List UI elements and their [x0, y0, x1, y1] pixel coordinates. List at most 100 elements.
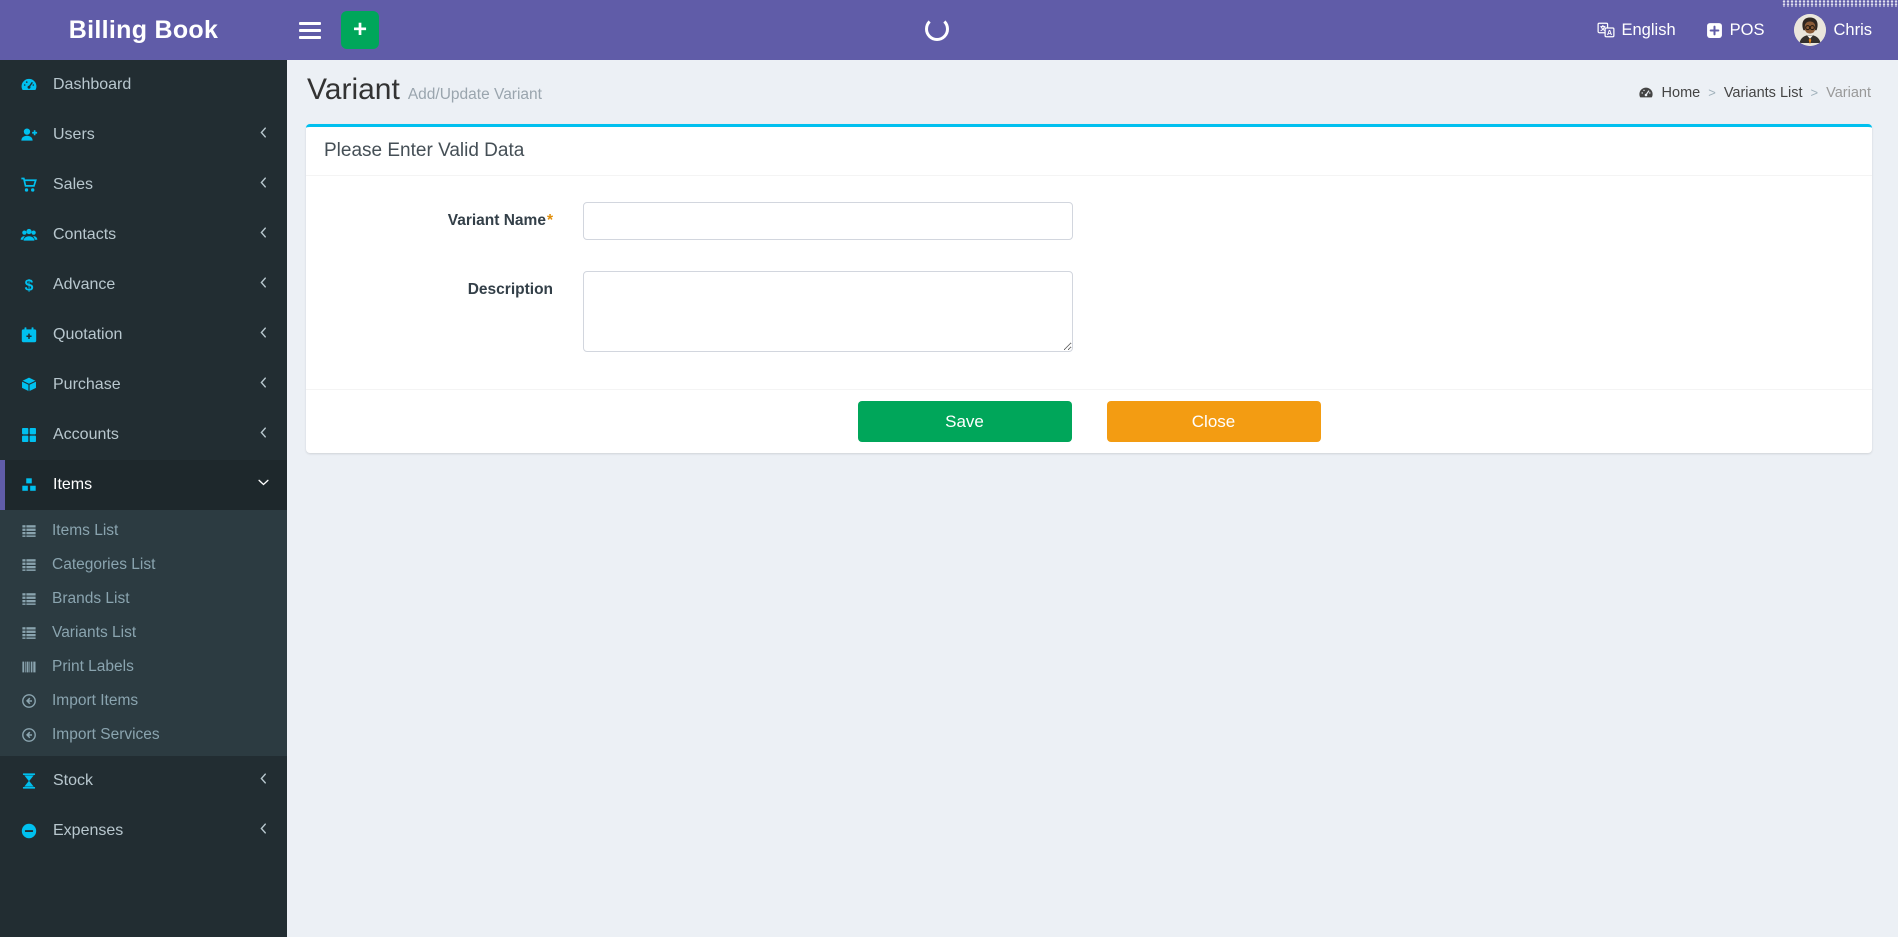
- sidebar-item-brands-list[interactable]: Brands List: [0, 582, 287, 616]
- card-footer: Save Close: [306, 389, 1872, 453]
- hourglass-icon: [20, 772, 42, 790]
- sidebar-item-expenses[interactable]: Expenses: [0, 806, 287, 856]
- sidebar-item-label: Quotation: [53, 326, 123, 343]
- breadcrumb-home[interactable]: Home: [1662, 85, 1701, 101]
- variant-name-row: Variant Name*: [322, 202, 1856, 240]
- description-textarea[interactable]: [583, 271, 1073, 352]
- grid-icon: [20, 426, 42, 444]
- sidebar-item-label: Print Labels: [52, 658, 134, 675]
- chevron-left-icon: [257, 176, 270, 194]
- language-icon: A: [1597, 21, 1615, 39]
- sidebar-item-contacts[interactable]: Contacts: [0, 210, 287, 260]
- sidebar: Dashboard Users Sales Contacts $ Advance Quota…: [0, 60, 287, 937]
- chevron-down-icon: [257, 476, 270, 494]
- sidebar-item-users[interactable]: Users: [0, 110, 287, 160]
- chevron-left-icon: [257, 276, 270, 294]
- cart-icon: [20, 176, 42, 194]
- speedometer-icon: [20, 76, 42, 94]
- user-name: Chris: [1833, 20, 1872, 39]
- sidebar-submenu-items: Items List Categories List Brands List Vari…: [0, 510, 287, 756]
- sidebar-item-label: Brands List: [52, 590, 130, 607]
- chevron-left-icon: [257, 126, 270, 144]
- page-title: Variant Add/Update Variant: [307, 73, 542, 112]
- dollar-icon: $: [20, 276, 42, 294]
- language-label: English: [1621, 20, 1676, 39]
- user-avatar: [1794, 14, 1827, 46]
- app-logo[interactable]: Billing Book: [0, 0, 287, 60]
- sidebar-item-purchase[interactable]: Purchase: [0, 360, 287, 410]
- sidebar-item-label: Import Services: [52, 726, 160, 743]
- page-subtitle: Add/Update Variant: [407, 86, 542, 103]
- sidebar-item-categories-list[interactable]: Categories List: [0, 548, 287, 582]
- import-icon: [21, 727, 42, 743]
- speedometer-icon: [1638, 85, 1654, 101]
- sidebar-item-label: Categories List: [52, 556, 156, 573]
- breadcrumb-separator: >: [1708, 85, 1716, 100]
- close-button[interactable]: Close: [1106, 401, 1321, 442]
- sidebar-item-stock[interactable]: Stock: [0, 756, 287, 806]
- main-content: Variant Add/Update Variant Home > Variants …: [287, 60, 1898, 937]
- chevron-left-icon: [257, 822, 270, 840]
- minus-circle-icon: [20, 822, 42, 840]
- list-icon: [21, 591, 42, 607]
- cubes-icon: [20, 476, 42, 494]
- pos-button[interactable]: POS: [1706, 21, 1764, 40]
- sidebar-item-label: Advance: [53, 276, 116, 293]
- sidebar-item-accounts[interactable]: Accounts: [0, 410, 287, 460]
- sidebar-item-label: Sales: [53, 176, 94, 193]
- barcode-icon: [21, 659, 42, 675]
- breadcrumb-variants-list[interactable]: Variants List: [1724, 85, 1803, 101]
- svg-text:A: A: [1606, 28, 1612, 37]
- chevron-left-icon: [257, 376, 270, 394]
- sidebar-item-items-list[interactable]: Items List: [0, 514, 287, 548]
- content-header: Variant Add/Update Variant Home > Variants …: [287, 60, 1898, 124]
- navbar-right: A English POS Chris: [1597, 0, 1898, 60]
- required-asterisk: *: [546, 212, 553, 229]
- sidebar-menu: Dashboard Users Sales Contacts $ Advance Quota…: [0, 60, 287, 856]
- sidebar-item-label: Variants List: [52, 624, 137, 641]
- users-icon: [20, 226, 42, 244]
- chevron-left-icon: [257, 426, 270, 444]
- import-icon: [21, 693, 42, 709]
- sidebar-item-label: Users: [53, 126, 95, 143]
- card-body: Variant Name* Description: [306, 176, 1872, 389]
- cube-icon: [20, 376, 42, 394]
- sidebar-toggle-button[interactable]: [287, 0, 333, 60]
- sidebar-item-dashboard[interactable]: Dashboard: [0, 60, 287, 110]
- list-icon: [21, 557, 42, 573]
- chevron-left-icon: [257, 226, 270, 244]
- sidebar-item-label: Dashboard: [53, 76, 132, 93]
- plus-square-icon: [1706, 22, 1723, 39]
- sidebar-item-label: Items: [53, 476, 93, 493]
- quick-add-button[interactable]: +: [341, 11, 379, 49]
- variant-name-input[interactable]: [583, 202, 1073, 240]
- calendar-plus-icon: [20, 326, 42, 344]
- sidebar-item-print-labels[interactable]: Print Labels: [0, 650, 287, 684]
- sidebar-item-variants-list[interactable]: Variants List: [0, 616, 287, 650]
- sidebar-item-sales[interactable]: Sales: [0, 160, 287, 210]
- chevron-left-icon: [257, 326, 270, 344]
- language-menu[interactable]: A English: [1597, 21, 1676, 40]
- sidebar-item-label: Contacts: [53, 226, 117, 243]
- sidebar-item-import-items[interactable]: Import Items: [0, 684, 287, 718]
- description-row: Description: [322, 271, 1856, 352]
- save-button[interactable]: Save: [857, 401, 1072, 442]
- variant-form-card: Please Enter Valid Data Variant Name* De…: [306, 124, 1872, 453]
- user-menu[interactable]: Chris: [1794, 14, 1872, 46]
- navbar-main: + A English POS Chris: [287, 0, 1898, 60]
- sidebar-item-label: Items List: [52, 522, 119, 539]
- hamburger-icon: [299, 21, 321, 25]
- sidebar-item-advance[interactable]: $ Advance: [0, 260, 287, 310]
- svg-text:$: $: [25, 278, 34, 294]
- sidebar-item-items[interactable]: Items: [0, 460, 287, 510]
- chevron-left-icon: [257, 772, 270, 790]
- list-icon: [21, 625, 42, 641]
- sidebar-item-quotation[interactable]: Quotation: [0, 310, 287, 360]
- top-navbar: Billing Book + A English POS Chris: [0, 0, 1898, 60]
- sidebar-item-label: Accounts: [53, 426, 119, 443]
- breadcrumb-variant: Variant: [1826, 84, 1871, 101]
- sidebar-item-label: Purchase: [53, 376, 121, 393]
- card-title: Please Enter Valid Data: [306, 127, 1872, 176]
- variant-name-label: Variant Name*: [447, 212, 553, 229]
- sidebar-item-import-services[interactable]: Import Services: [0, 718, 287, 752]
